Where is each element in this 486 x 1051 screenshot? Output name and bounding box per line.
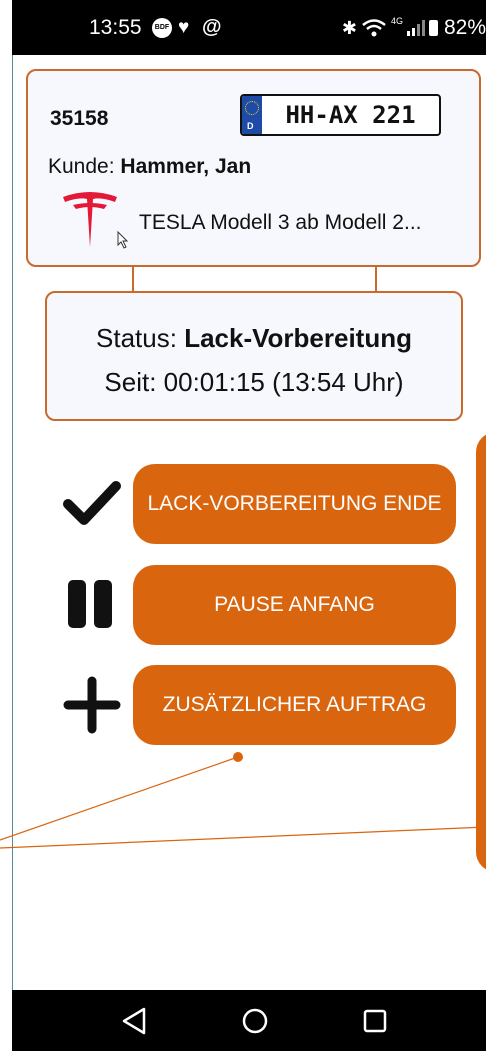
- card-connector-right: [375, 267, 377, 291]
- checkmark-icon: [63, 481, 121, 525]
- frame-border: [12, 55, 13, 990]
- battery-level: 82%: [443, 16, 486, 39]
- mouse-pointer-icon: [117, 231, 129, 249]
- tesla-logo: [63, 192, 117, 247]
- lack-vorbereitung-ende-button[interactable]: LACK-VORBEREITUNG ENDE: [133, 464, 456, 544]
- license-plate: D HH-AX 221: [240, 94, 441, 136]
- pause-icon: [68, 580, 112, 628]
- plate-country-code: D: [247, 121, 254, 131]
- status-line: Status: Lack-Vorbereitung: [47, 323, 461, 354]
- m-app-icon: ♥: [178, 17, 190, 38]
- zusaetzlicher-auftrag-button[interactable]: ZUSÄTZLICHER AUFTRAG: [133, 665, 456, 745]
- plate-number: HH-AX 221: [285, 101, 416, 129]
- vehicle-model: TESLA Modell 3 ab Modell 2...: [139, 211, 422, 234]
- status-card: Status: Lack-Vorbereitung Seit: 00:01:15…: [45, 291, 463, 421]
- side-drawer-handle[interactable]: [476, 432, 486, 872]
- plus-icon: [63, 676, 121, 734]
- app-screen: 13:55 BDF ♥ @ ✱ 4G 82% 35158 D HH-AX 221…: [0, 0, 486, 1051]
- status-right-group: ✱ 4G 82%: [342, 16, 486, 40]
- threads-icon: @: [202, 16, 222, 38]
- eu-plate-band: D: [242, 96, 262, 134]
- card-connector-left: [132, 267, 134, 291]
- back-icon[interactable]: [118, 1004, 152, 1038]
- order-number: 35158: [50, 107, 109, 130]
- vehicle-card[interactable]: 35158 D HH-AX 221 Kunde: Hammer, Jan TES…: [26, 69, 481, 267]
- wifi-icon: [362, 19, 386, 37]
- status-value: Lack-Vorbereitung: [184, 323, 412, 353]
- 4g-icon: 4G: [390, 16, 403, 26]
- status-label: Status:: [96, 323, 177, 353]
- status-bar: 13:55 BDF ♥ @ ✱ 4G 82%: [12, 0, 486, 55]
- bluetooth-icon: ✱: [341, 17, 357, 38]
- recents-icon[interactable]: [358, 1004, 392, 1038]
- bdf-app-icon: BDF: [152, 18, 172, 38]
- pause-anfang-button[interactable]: PAUSE ANFANG: [133, 565, 456, 645]
- since-label: Seit:: [104, 367, 157, 397]
- since-value: 00:01:15 (13:54 Uhr): [163, 367, 404, 397]
- battery-icon: [428, 20, 438, 36]
- since-line: Seit: 00:01:15 (13:54 Uhr): [47, 367, 461, 398]
- signal-icon: [406, 20, 425, 36]
- home-icon[interactable]: [238, 1004, 272, 1038]
- customer-name: Hammer, Jan: [120, 155, 252, 178]
- status-time: 13:55: [89, 16, 142, 39]
- customer-line: Kunde: Hammer, Jan: [48, 155, 251, 179]
- navigation-bar: [12, 990, 486, 1051]
- customer-label: Kunde:: [48, 155, 115, 178]
- eu-stars-icon: [245, 101, 259, 115]
